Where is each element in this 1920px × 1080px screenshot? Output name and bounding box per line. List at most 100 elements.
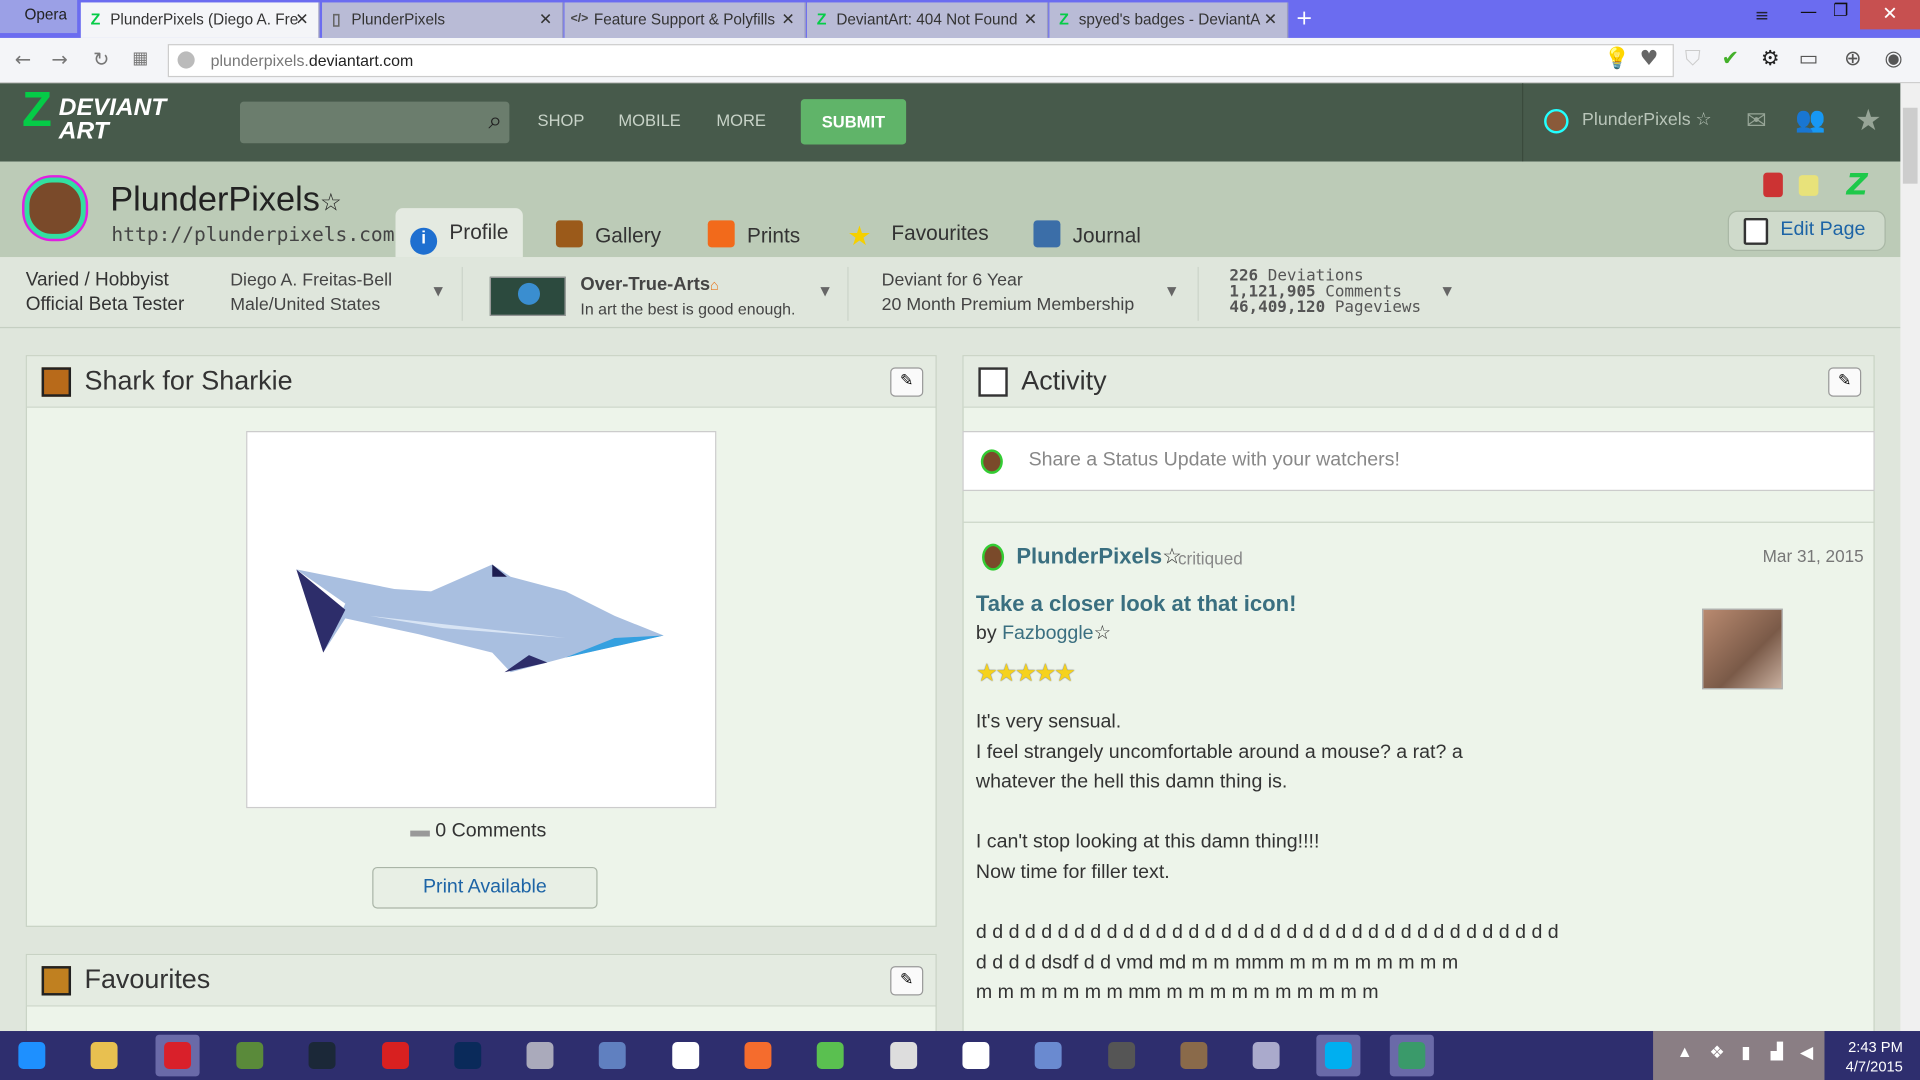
deviation-thumbnail[interactable]: [246, 431, 717, 809]
maximize-button[interactable]: ❐: [1833, 1, 1848, 21]
taskbar-world-icon[interactable]: [809, 1035, 853, 1077]
shield-icon[interactable]: ⛉: [1685, 47, 1701, 71]
taskbar-document2-icon[interactable]: [954, 1035, 998, 1077]
taskbar-photoshop-icon[interactable]: [445, 1035, 489, 1077]
tab-journal[interactable]: Journal: [1033, 208, 1141, 257]
lightbulb-icon[interactable]: 💡: [1604, 47, 1630, 71]
back-icon[interactable]: ←: [15, 48, 31, 71]
mail-icon[interactable]: ✉: [1746, 105, 1767, 134]
llama-badge-icon[interactable]: [1763, 172, 1783, 198]
taskbar-skype-icon[interactable]: [1316, 1034, 1361, 1077]
close-tab-icon[interactable]: ✕: [539, 10, 552, 30]
scrollbar-thumb[interactable]: [1902, 107, 1918, 184]
download-icon[interactable]: ⊕: [1844, 47, 1861, 71]
speed-dial-icon[interactable]: ▦: [132, 49, 148, 69]
chevron-down-icon[interactable]: ▼: [1442, 285, 1451, 298]
artist-link[interactable]: Fazboggle: [1002, 623, 1093, 644]
browser-tab[interactable]: ▯ PlunderPixels ✕: [322, 2, 564, 38]
close-window-button[interactable]: ✕: [1860, 0, 1920, 30]
taskbar-paint-icon[interactable]: [591, 1035, 635, 1077]
close-tab-icon[interactable]: ✕: [781, 10, 794, 30]
deviantart-logo[interactable]: Z DEVIANT ART: [22, 86, 166, 144]
taskbar-game-icon[interactable]: [1172, 1035, 1216, 1077]
browser-tab[interactable]: </> Feature Support & Polyfills ✕: [564, 2, 806, 38]
devices-icon[interactable]: ▭: [1799, 47, 1819, 71]
edit-pencil-button[interactable]: ✎: [1828, 367, 1862, 397]
taskbar-creative-cloud-icon[interactable]: [373, 1035, 417, 1077]
taskbar-file-explorer-icon[interactable]: [82, 1035, 126, 1077]
heart-icon[interactable]: ♥: [1640, 47, 1659, 71]
comments-link[interactable]: ▬ 0 Comments: [410, 820, 546, 842]
signal-icon[interactable]: ▟: [1771, 1043, 1783, 1061]
taskbar-ragdoll-icon[interactable]: [881, 1035, 925, 1077]
search-input[interactable]: ⌕: [240, 101, 510, 144]
reload-icon[interactable]: ↻: [93, 48, 109, 71]
close-tab-icon[interactable]: ✕: [295, 10, 308, 30]
watchers-icon[interactable]: 👥: [1795, 104, 1825, 133]
page-scrollbar[interactable]: [1900, 83, 1920, 1032]
dropbox-icon[interactable]: ❖: [1709, 1043, 1724, 1063]
taskbar-network-icon[interactable]: [1244, 1035, 1288, 1077]
taskbar-atom-icon[interactable]: [1389, 1034, 1434, 1077]
close-tab-icon[interactable]: ✕: [1024, 10, 1037, 30]
favourites-star-icon[interactable]: ★: [1855, 103, 1881, 137]
tab-prints[interactable]: Prints: [707, 208, 800, 257]
group-icon[interactable]: [489, 276, 566, 316]
edit-page-button[interactable]: Edit Page: [1727, 210, 1886, 252]
search-icon[interactable]: ⌕: [488, 105, 502, 134]
new-tab-button[interactable]: +: [1296, 6, 1313, 30]
tray-expand-icon[interactable]: ▲: [1680, 1046, 1689, 1059]
menu-more[interactable]: MORE: [716, 111, 766, 129]
browser-tab[interactable]: Z PlunderPixels (Diego A. Fre ✕: [80, 2, 320, 38]
taskbar-notepad-icon[interactable]: [1026, 1035, 1070, 1077]
taskbar-steam-icon[interactable]: [300, 1035, 344, 1077]
menu-mobile[interactable]: MOBILE: [618, 111, 680, 129]
deviantart-badge-icon[interactable]: Z: [1847, 168, 1868, 202]
deviation-thumbnail[interactable]: [1702, 608, 1783, 690]
browser-tab[interactable]: Z DeviantArt: 404 Not Found ✕: [806, 2, 1049, 38]
taskbar-start-icon[interactable]: [10, 1035, 54, 1077]
clock[interactable]: 2:43 PM 4/7/2015: [1829, 1037, 1903, 1076]
volume-icon[interactable]: ◀: [1800, 1043, 1813, 1063]
user-avatar[interactable]: [1544, 108, 1569, 134]
account-icon[interactable]: ◉: [1884, 47, 1902, 71]
chevron-down-icon[interactable]: ▼: [433, 285, 442, 298]
opera-menu-button[interactable]: Opera: [0, 0, 78, 34]
activity-user-link[interactable]: PlunderPixels☆: [1016, 544, 1182, 570]
close-tab-icon[interactable]: ✕: [1264, 10, 1277, 30]
forward-icon[interactable]: →: [51, 48, 67, 71]
profile-avatar[interactable]: [24, 177, 86, 239]
taskbar-video-icon[interactable]: [1099, 1035, 1143, 1077]
address-input[interactable]: plunderpixels.deviantart.com: [167, 44, 1674, 78]
status-update-input[interactable]: Share a Status Update with your watchers…: [962, 431, 1875, 492]
tab-menu-icon[interactable]: ≡: [1755, 6, 1769, 26]
tab-favourites[interactable]: ★ Favourites: [847, 208, 988, 257]
cake-badge-icon[interactable]: [1798, 175, 1819, 196]
edit-pencil-button[interactable]: ✎: [890, 966, 924, 996]
menu-shop[interactable]: SHOP: [538, 111, 585, 129]
minimize-button[interactable]: —: [1800, 2, 1817, 22]
taskbar-minecraft-icon[interactable]: [228, 1035, 272, 1077]
user-avatar[interactable]: [982, 543, 1005, 571]
browser-tab[interactable]: Zspyed's badges - DeviantA ✕: [1049, 2, 1289, 38]
taskbar-opera-icon[interactable]: [155, 1034, 200, 1077]
submit-button[interactable]: SUBMIT: [800, 99, 907, 145]
panel-title[interactable]: Favourites: [84, 964, 210, 996]
adguard-icon[interactable]: ✔: [1722, 47, 1739, 71]
taskbar-disk-icon[interactable]: [518, 1035, 562, 1077]
chevron-down-icon[interactable]: ▼: [820, 285, 829, 298]
panel-title[interactable]: Shark for Sharkie: [84, 365, 292, 397]
taskbar-origin-icon[interactable]: [736, 1035, 780, 1077]
critique-title-link[interactable]: Take a closer look at that icon!: [976, 591, 1297, 617]
site-info-icon[interactable]: [177, 51, 195, 69]
taskbar-document-icon[interactable]: [663, 1035, 707, 1077]
tab-gallery[interactable]: Gallery: [555, 208, 661, 257]
username-link[interactable]: PlunderPixels ☆: [1582, 110, 1711, 130]
battery-icon[interactable]: ▮: [1741, 1043, 1750, 1063]
print-available-button[interactable]: Print Available: [372, 866, 598, 909]
profile-website[interactable]: http://plunderpixels.com/: [111, 223, 406, 246]
gear-icon[interactable]: ⚙: [1761, 47, 1780, 71]
edit-pencil-button[interactable]: ✎: [890, 367, 924, 397]
group-link[interactable]: Over-True-Arts⌂: [580, 273, 795, 297]
tab-profile[interactable]: i Profile: [395, 208, 524, 258]
